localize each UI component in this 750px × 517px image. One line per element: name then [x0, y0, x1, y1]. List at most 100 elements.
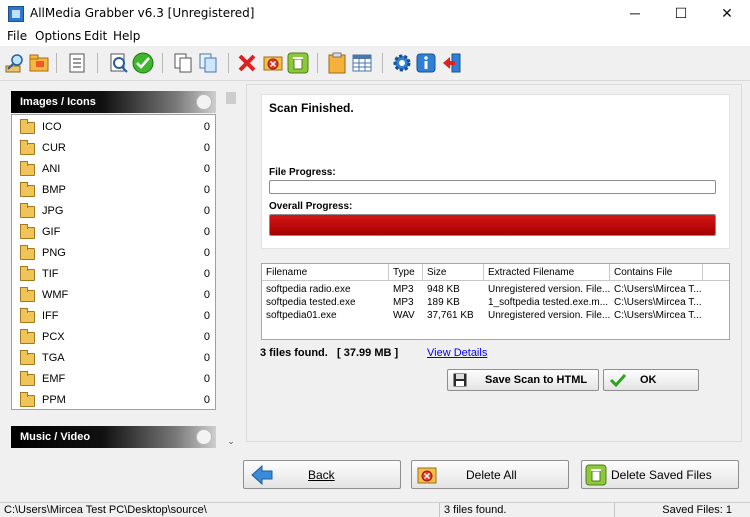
start-check-icon[interactable]: [132, 52, 154, 74]
images-icons-header[interactable]: Images / Icons: [11, 91, 216, 113]
col-filename[interactable]: Filename: [262, 264, 389, 281]
menu-help[interactable]: Help: [113, 29, 140, 43]
cell-contains: C:\Users\Mircea T...: [614, 284, 702, 295]
folder-icon: [20, 371, 35, 386]
table-icon[interactable]: [351, 52, 373, 74]
category-label: ICO: [42, 121, 62, 133]
scan-summary: 3 files found. [ 37.99 MB ]: [260, 347, 398, 359]
images-icons-title: Images / Icons: [20, 96, 96, 108]
category-png[interactable]: PNG 0: [12, 243, 215, 264]
music-video-title: Music / Video: [20, 431, 91, 443]
exit-icon[interactable]: [441, 52, 463, 74]
settings-gear-icon[interactable]: [391, 52, 413, 74]
category-count: 0: [203, 226, 210, 238]
folder-icon: [20, 308, 35, 323]
search-icon[interactable]: [4, 52, 26, 74]
folder-icon: [20, 350, 35, 365]
cell-extracted: 1_softpedia tested.exe.m...: [488, 297, 609, 308]
category-scrollbar[interactable]: ⌄: [224, 88, 238, 446]
category-tga[interactable]: TGA 0: [12, 348, 215, 369]
category-cur[interactable]: CUR 0: [12, 138, 215, 159]
check-icon: [609, 373, 627, 390]
category-ico[interactable]: ICO 0: [12, 117, 215, 138]
category-ppm[interactable]: PPM 0: [12, 390, 215, 409]
category-iff[interactable]: IFF 0: [12, 306, 215, 327]
delete-saved-icon: [585, 464, 607, 489]
col-extracted-filename[interactable]: Extracted Filename: [484, 264, 610, 281]
files-found-text: 3 files found.: [260, 347, 328, 359]
back-button[interactable]: Back: [243, 460, 401, 489]
ok-button[interactable]: OK: [603, 369, 699, 391]
info-icon[interactable]: [415, 52, 437, 74]
cell-contains: C:\Users\Mircea T...: [614, 297, 702, 308]
category-label: IFF: [42, 310, 59, 322]
category-gif[interactable]: GIF 0: [12, 222, 215, 243]
delete-saved-files-button[interactable]: Delete Saved Files: [581, 460, 739, 489]
col-spacer: [703, 264, 729, 281]
menu-edit[interactable]: Edit: [84, 29, 107, 43]
total-size-text: [ 37.99 MB ]: [337, 347, 399, 359]
category-count: 0: [203, 310, 210, 322]
copy-icon[interactable]: [172, 52, 194, 74]
duplicate-icon[interactable]: [197, 52, 219, 74]
folder-icon: [20, 329, 35, 344]
delete-file-icon[interactable]: [262, 52, 284, 74]
category-emf[interactable]: EMF 0: [12, 369, 215, 390]
file-progress-label: File Progress:: [269, 167, 336, 178]
cell-size: 948 KB: [427, 284, 460, 295]
open-folder-icon[interactable]: [28, 52, 50, 74]
folder-icon: [20, 203, 35, 218]
category-label: CUR: [42, 142, 66, 154]
category-label: TIF: [42, 268, 59, 280]
view-details-link[interactable]: View Details: [427, 347, 487, 359]
list-icon[interactable]: [66, 52, 88, 74]
collapse-music-button[interactable]: [196, 429, 212, 445]
minimize-button[interactable]: ─: [612, 0, 658, 27]
category-label: PPM: [42, 394, 66, 406]
scrollbar-thumb[interactable]: [226, 92, 236, 104]
category-ani[interactable]: ANI 0: [12, 159, 215, 180]
title-bar: AllMedia Grabber v6.3 [Unregistered] ─ ☐…: [0, 0, 750, 27]
category-count: 0: [203, 373, 210, 385]
maximize-button[interactable]: ☐: [658, 0, 704, 27]
category-jpg[interactable]: JPG 0: [12, 201, 215, 222]
category-count: 0: [203, 289, 210, 301]
category-pcx[interactable]: PCX 0: [12, 327, 215, 348]
category-tif[interactable]: TIF 0: [12, 264, 215, 285]
delete-all-icon: [417, 466, 437, 487]
back-arrow-icon: [251, 464, 273, 488]
menu-options[interactable]: Options: [35, 29, 81, 43]
scroll-down-arrow-icon[interactable]: ⌄: [226, 436, 236, 446]
category-label: EMF: [42, 373, 66, 385]
status-files-found: 3 files found.: [440, 503, 615, 517]
category-label: BMP: [42, 184, 66, 196]
category-bmp[interactable]: BMP 0: [12, 180, 215, 201]
category-count: 0: [203, 142, 210, 154]
cell-filename: softpedia01.exe: [266, 310, 337, 321]
progress-box: Scan Finished. File Progress: Overall Pr…: [261, 94, 730, 249]
scan-icon[interactable]: [108, 52, 130, 74]
folder-icon: [20, 119, 35, 134]
delete-x-icon[interactable]: [236, 52, 258, 74]
save-scan-html-label: Save Scan to HTML: [485, 374, 588, 386]
save-scan-html-button[interactable]: Save Scan to HTML: [447, 369, 599, 391]
menu-file[interactable]: File: [7, 29, 27, 43]
col-size[interactable]: Size: [423, 264, 484, 281]
clipboard-icon[interactable]: [326, 52, 348, 74]
category-count: 0: [203, 352, 210, 364]
collapse-images-button[interactable]: [196, 94, 212, 110]
close-button[interactable]: ✕: [704, 0, 750, 27]
delete-saved-icon[interactable]: [287, 52, 309, 74]
category-wmf[interactable]: WMF 0: [12, 285, 215, 306]
menu-bar: File Options Edit Help: [0, 27, 750, 46]
category-count: 0: [203, 184, 210, 196]
delete-all-button[interactable]: Delete All: [411, 460, 569, 489]
category-count: 0: [203, 247, 210, 259]
music-video-header[interactable]: Music / Video: [11, 426, 216, 448]
col-type[interactable]: Type: [389, 264, 423, 281]
col-contains-file[interactable]: Contains File: [610, 264, 703, 281]
folder-icon: [20, 161, 35, 176]
cell-contains: C:\Users\Mircea T...: [614, 310, 702, 321]
folder-icon: [20, 287, 35, 302]
category-count: 0: [203, 163, 210, 175]
